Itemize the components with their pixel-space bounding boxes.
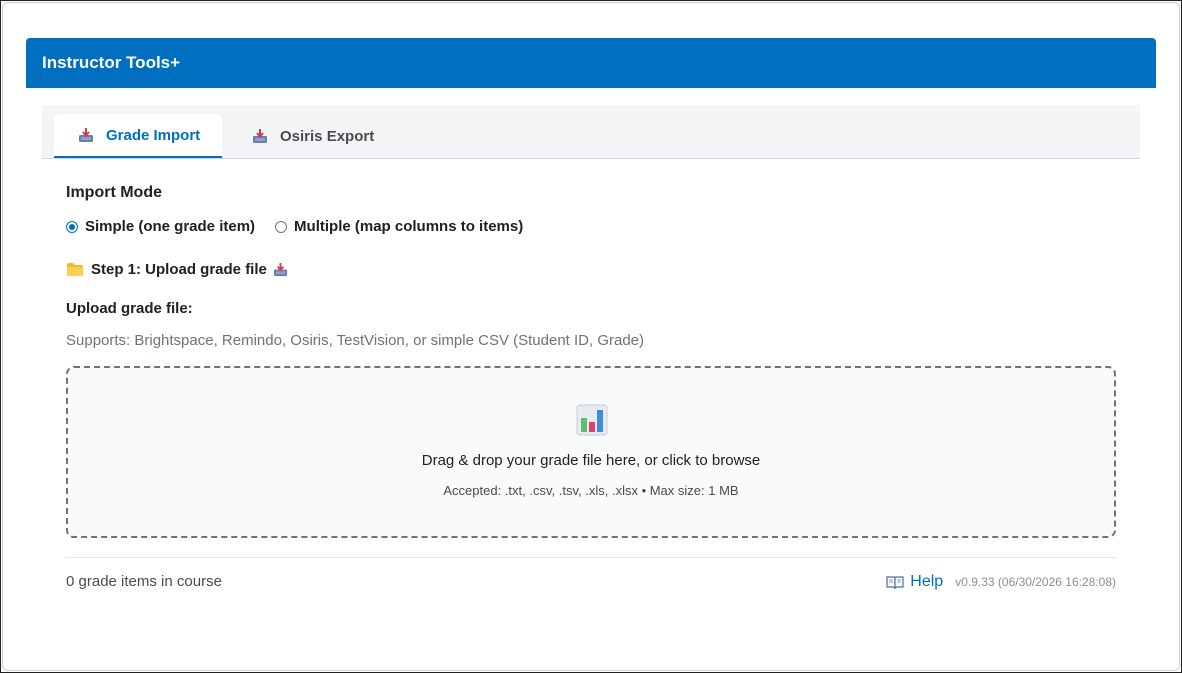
footer-right: Help v0.9.33 (06/30/2026 16:28:08)	[886, 573, 1116, 591]
step-title: Step 1: Upload grade file	[66, 261, 1116, 278]
radio-multiple-input[interactable]	[275, 220, 288, 233]
folder-icon	[66, 262, 84, 277]
import-mode-label: Import Mode	[66, 184, 162, 201]
supports-text: Supports: Brightspace, Remindo, Osiris, …	[66, 332, 645, 349]
tab-osiris-export[interactable]: Osiris Export	[228, 114, 398, 158]
help-link[interactable]: Help	[886, 573, 943, 591]
app-header: Instructor Tools+	[26, 38, 1156, 88]
version-text: v0.9.33 (06/30/2026 16:28:08)	[955, 575, 1116, 589]
inbox-tray-icon	[78, 127, 94, 143]
radio-simple[interactable]: Simple (one grade item)	[66, 218, 255, 235]
tab-label: Grade Import	[106, 126, 201, 144]
tab-grade-import[interactable]: Grade Import	[54, 114, 222, 158]
bar-chart-icon	[576, 404, 608, 441]
grade-items-count: 0 grade items in course	[66, 573, 222, 590]
book-icon	[886, 575, 904, 589]
file-dropzone[interactable]: Drag & drop your grade file here, or cli…	[66, 366, 1116, 538]
radio-multiple[interactable]: Multiple (map columns to items)	[275, 218, 523, 235]
inbox-tray-icon	[252, 128, 268, 144]
tab-bar: Grade Import Osiris Export	[42, 105, 1140, 159]
upload-label: Upload grade file:	[66, 300, 193, 317]
divider	[66, 557, 1116, 558]
step-title-text: Step 1: Upload grade file	[91, 261, 267, 278]
radio-simple-label: Simple (one grade item)	[85, 218, 256, 235]
inbox-tray-icon	[273, 262, 288, 277]
help-label: Help	[910, 573, 944, 590]
tab-label: Osiris Export	[280, 127, 375, 145]
radio-multiple-label: Multiple (map columns to items)	[294, 218, 524, 235]
radio-simple-input[interactable]	[66, 220, 78, 233]
app-title: Instructor Tools+	[42, 53, 181, 72]
dropzone-text: Drag & drop your grade file here, or cli…	[421, 452, 761, 469]
import-mode-options: Simple (one grade item) Multiple (map co…	[66, 218, 1116, 235]
accepted-formats: Accepted: .txt, .csv, .tsv, .xls, .xlsx …	[443, 483, 739, 498]
